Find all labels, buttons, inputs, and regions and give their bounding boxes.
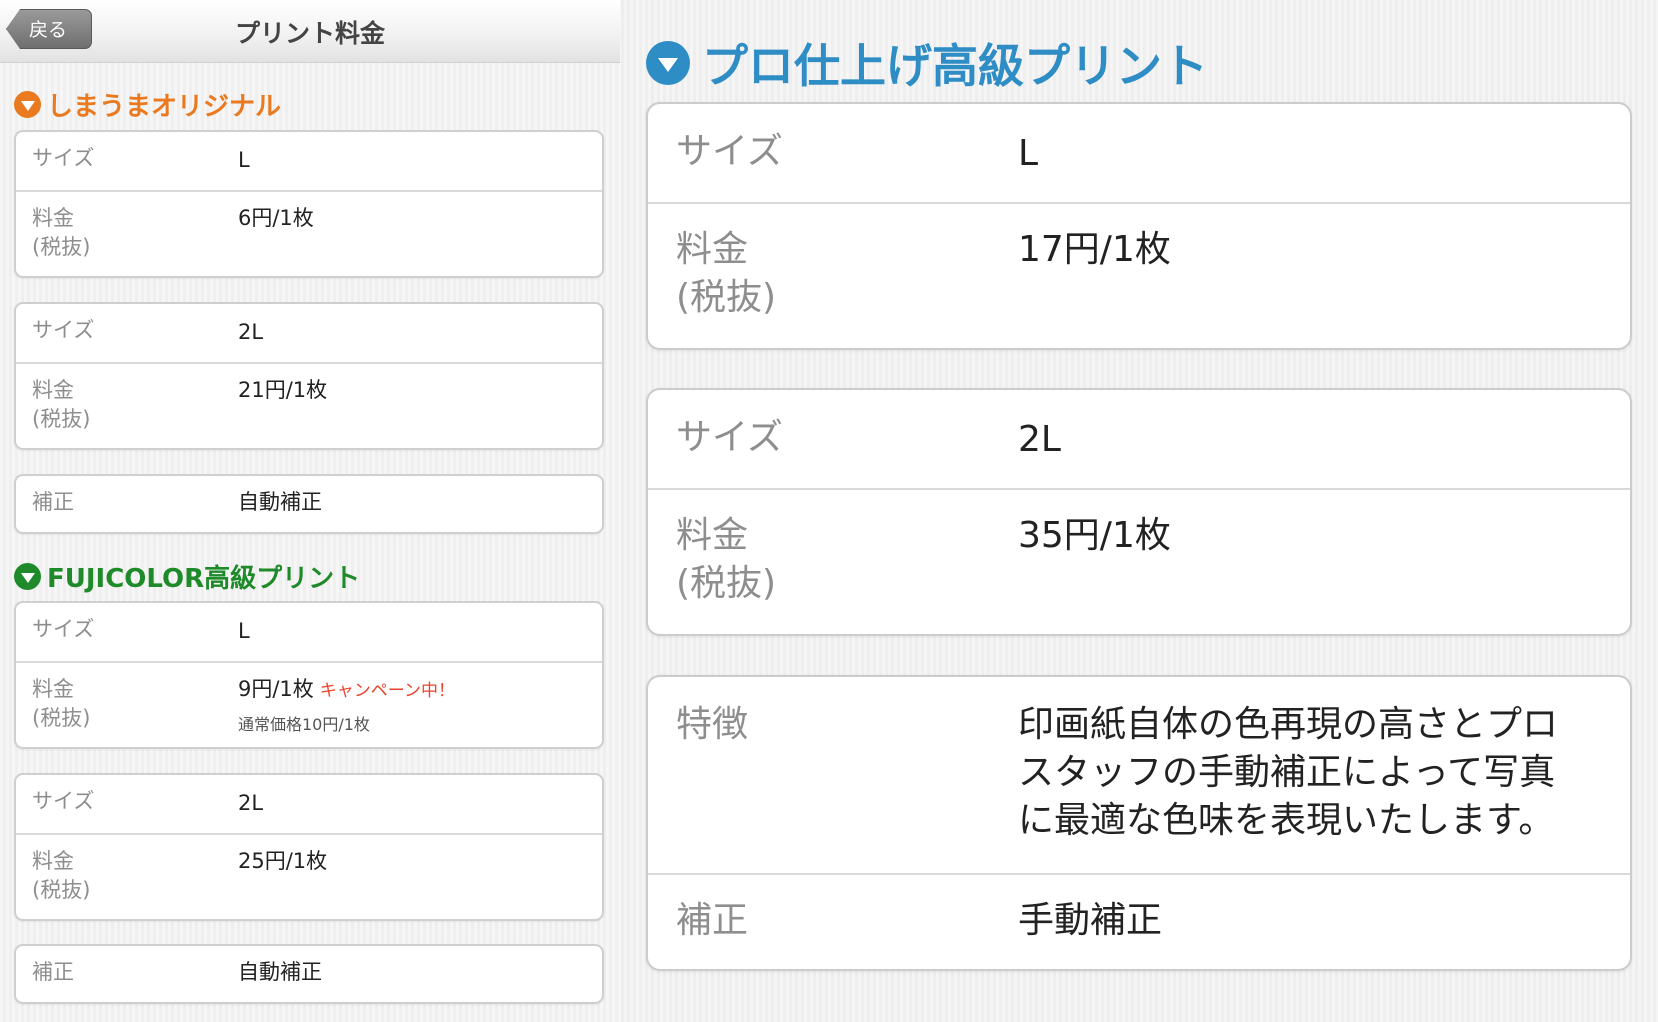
price-card-pro-l: サイズ L 料金 (税抜) 17円/1枚	[646, 102, 1632, 350]
price-row: 料金 (税抜) 35円/1枚	[648, 488, 1630, 634]
price-row: 料金 (税抜) 6円/1枚	[16, 190, 602, 276]
size-value: 2L	[238, 791, 264, 815]
page-title: プリント料金	[234, 19, 385, 48]
tax-excluded-label: (税抜)	[32, 706, 91, 730]
feature-line: スタッフの手動補正によって写真	[1018, 752, 1556, 793]
size-label: サイズ	[676, 417, 783, 458]
correction-row: 補正 自動補正	[16, 946, 602, 1002]
section-title-original-text: しまうまオリジナル	[47, 92, 282, 122]
size-value: L	[1018, 133, 1039, 174]
size-row: サイズ 2L	[648, 390, 1630, 488]
price-row: 料金 (税抜) 9円/1枚 キャンペーン中！ 通常価格10円/1枚	[16, 661, 602, 747]
feature-row: 特徴 印画紙自体の色再現の高さとプロ スタッフの手動補正によって写真 に最適な色…	[648, 677, 1630, 873]
section-title-pro: プロ仕上げ高級プリント	[646, 30, 1208, 96]
correction-row: 補正 自動補正	[16, 476, 602, 532]
left-panel: 戻る プリント料金 しまうまオリジナル サイズ L 料金 (税抜) 6円/1枚 …	[0, 0, 620, 1022]
price-label: 料金	[676, 515, 749, 556]
correction-value: 自動補正	[238, 490, 322, 514]
price-card-pro-2l: サイズ 2L 料金 (税抜) 35円/1枚	[646, 388, 1632, 636]
price-value: 35円/1枚	[1018, 515, 1171, 556]
size-row: サイズ 2L	[16, 775, 602, 833]
correction-card-original: 補正 自動補正	[14, 474, 604, 534]
correction-value: 手動補正	[1018, 900, 1163, 941]
size-row: サイズ L	[16, 603, 602, 661]
size-value: L	[238, 148, 250, 172]
navigation-bar: 戻る プリント料金	[0, 0, 620, 63]
section-title-pro-text: プロ仕上げ高級プリント	[702, 39, 1208, 93]
tax-excluded-label: (税抜)	[676, 277, 777, 318]
price-row: 料金 (税抜) 17円/1枚	[648, 202, 1630, 348]
section-title-fujicolor-text: FUJICOLOR高級プリント	[47, 564, 361, 594]
correction-label: 補正	[32, 490, 74, 514]
section-title-original: しまうまオリジナル	[14, 86, 281, 123]
correction-label: 補正	[32, 960, 74, 984]
correction-row: 補正 手動補正	[648, 873, 1630, 969]
price-card-original-2l: サイズ 2L 料金 (税抜) 21円/1枚	[14, 302, 604, 450]
price-card-original-l: サイズ L 料金 (税抜) 6円/1枚	[14, 130, 604, 278]
price-amount: 9円/1枚	[238, 677, 314, 701]
feature-description: 印画紙自体の色再現の高さとプロ スタッフの手動補正によって写真 に最適な色味を表…	[1018, 701, 1598, 845]
correction-label: 補正	[676, 900, 749, 941]
tax-excluded-label: (税抜)	[32, 235, 91, 259]
tax-excluded-label: (税抜)	[676, 563, 777, 604]
feature-line: 印画紙自体の色再現の高さとプロ	[1018, 704, 1559, 745]
correction-value: 自動補正	[238, 960, 322, 984]
size-label: サイズ	[32, 789, 95, 813]
chevron-down-icon	[646, 41, 690, 85]
feature-line: に最適な色味を表現いたします。	[1018, 800, 1555, 841]
chevron-down-icon	[14, 563, 41, 590]
price-value: 6円/1枚	[238, 206, 314, 230]
chevron-down-icon	[14, 91, 41, 118]
price-label: 料金	[32, 378, 74, 402]
size-label: サイズ	[32, 318, 95, 342]
campaign-badge: キャンペーン中！	[319, 681, 455, 701]
tax-excluded-label: (税抜)	[32, 407, 91, 431]
size-label: サイズ	[676, 131, 783, 172]
price-label: 料金	[32, 849, 74, 873]
size-label: サイズ	[32, 617, 95, 641]
price-card-fujicolor-2l: サイズ 2L 料金 (税抜) 25円/1枚	[14, 773, 604, 921]
size-value: 2L	[238, 320, 264, 344]
size-row: サイズ L	[16, 132, 602, 190]
price-row: 料金 (税抜) 25円/1枚	[16, 833, 602, 919]
size-label: サイズ	[32, 146, 95, 170]
price-row: 料金 (税抜) 21円/1枚	[16, 362, 602, 448]
correction-card-fujicolor: 補正 自動補正	[14, 944, 604, 1004]
size-value: L	[238, 619, 250, 643]
section-title-fujicolor: FUJICOLOR高級プリント	[14, 558, 360, 595]
feature-label: 特徴	[676, 704, 749, 745]
tax-excluded-label: (税抜)	[32, 878, 91, 902]
price-label: 料金	[32, 677, 74, 701]
price-label: 料金	[676, 229, 749, 270]
size-row: サイズ 2L	[16, 304, 602, 362]
price-value: 17円/1枚	[1018, 229, 1171, 270]
price-value: 9円/1枚 キャンペーン中！	[238, 675, 455, 706]
price-value: 25円/1枚	[238, 849, 328, 873]
feature-card-pro: 特徴 印画紙自体の色再現の高さとプロ スタッフの手動補正によって写真 に最適な色…	[646, 675, 1632, 971]
price-value: 21円/1枚	[238, 378, 328, 402]
price-label: 料金	[32, 206, 74, 230]
regular-price-note: 通常価格10円/1枚	[238, 715, 370, 734]
size-value: 2L	[1018, 419, 1061, 460]
size-row: サイズ L	[648, 104, 1630, 202]
price-card-fujicolor-l: サイズ L 料金 (税抜) 9円/1枚 キャンペーン中！ 通常価格10円/1枚	[14, 601, 604, 749]
